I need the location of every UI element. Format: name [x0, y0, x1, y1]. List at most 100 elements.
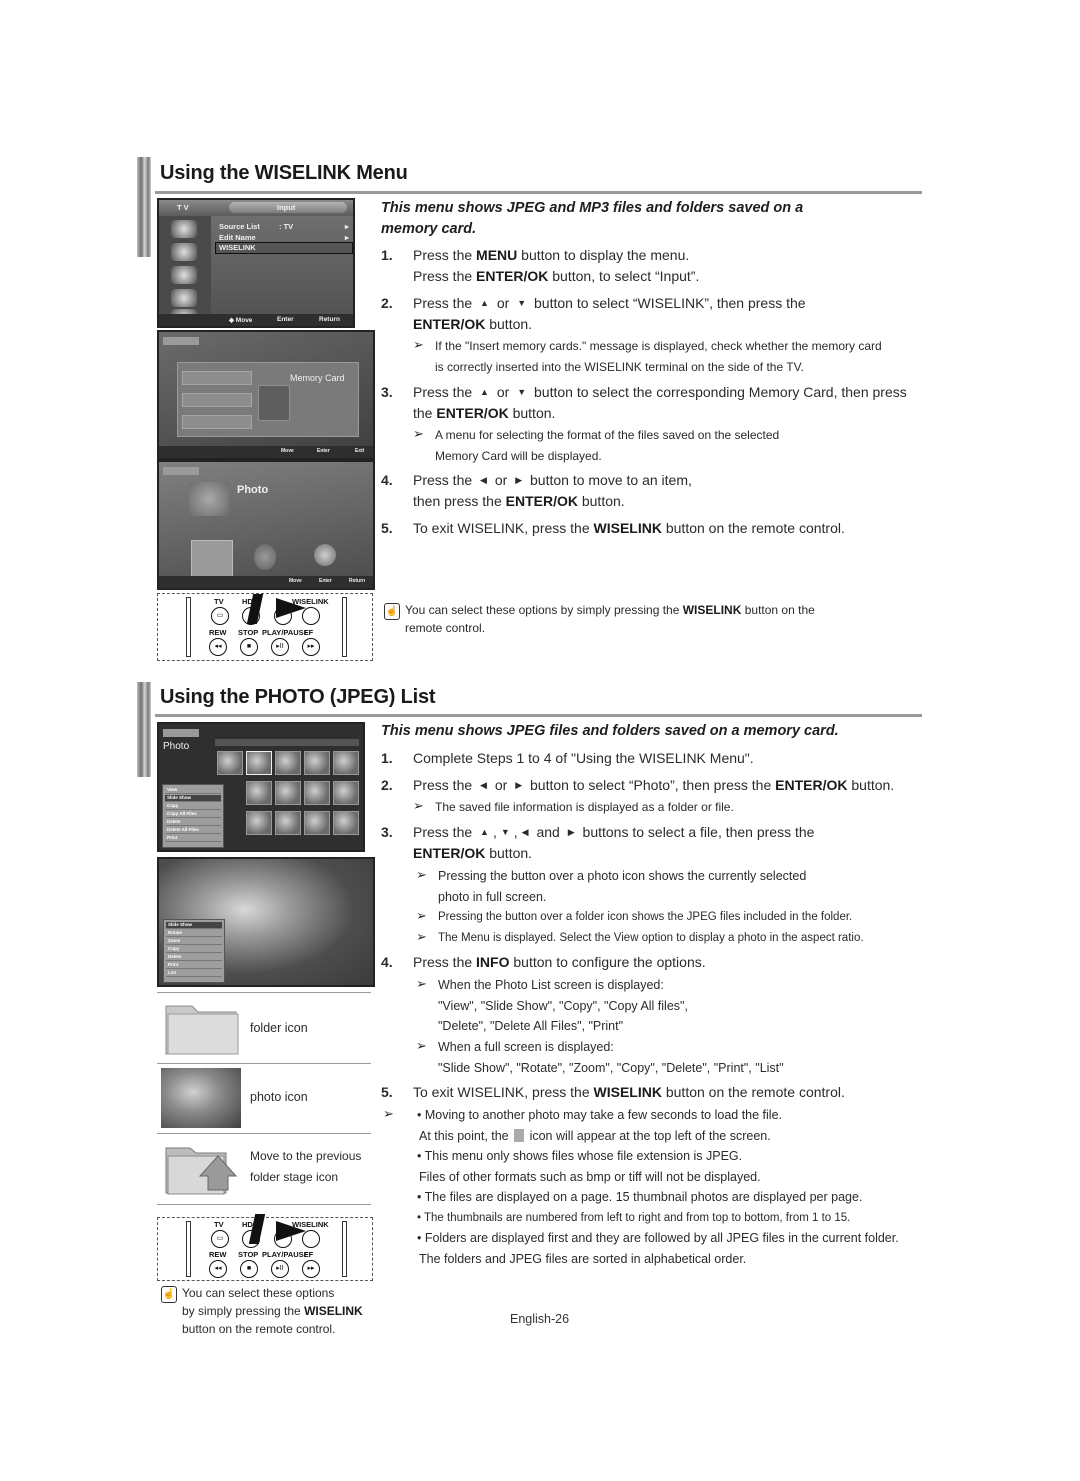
wiselink-logo [163, 337, 199, 345]
note-text: When a full screen is displayed: "Slide S… [438, 1040, 784, 1075]
menu-option[interactable]: Print [165, 835, 221, 842]
play-pause-button[interactable]: ▸II [271, 638, 289, 656]
remote-label-stop: STOP [238, 1250, 259, 1259]
bullet-item-cont: Files of other formats such as bmp or ti… [419, 1169, 761, 1184]
step-text: Press the ▲ or ▼ button to select “WISEL… [413, 295, 806, 332]
menu-option[interactable]: Copy [166, 946, 222, 953]
photo-thumbnail[interactable] [304, 811, 330, 835]
menu-option[interactable]: Delete [166, 954, 222, 961]
tv-button[interactable]: ▭ [211, 607, 229, 625]
remote-label-play-pause: PLAY/PAUSE [262, 628, 309, 637]
menu-item-wiselink: WISELINK [219, 243, 256, 252]
note-arrow-icon: ➢ [413, 337, 424, 352]
photo-icon [161, 1068, 241, 1128]
stop-button[interactable]: ■ [240, 1260, 258, 1278]
hand-pointer-icon: ☝ [384, 603, 400, 620]
photo-thumbnail[interactable] [304, 751, 330, 775]
menu-option[interactable]: List [166, 970, 222, 977]
remote-control-diagram: TV HDMI WISELINK ▭ REW STOP PLAY/PAUSE F… [157, 1214, 373, 1281]
bullet-item: • This menu only shows files whose file … [417, 1149, 743, 1163]
folder-thumbnail[interactable] [217, 751, 243, 775]
menu-option[interactable]: Slide Show [166, 922, 222, 929]
menu-option[interactable]: Copy All Files [165, 811, 221, 818]
memory-card-option[interactable] [182, 415, 252, 429]
channel-icon [171, 266, 197, 284]
pointer-arrow-icon [248, 1214, 266, 1244]
photo-thumbnail[interactable] [275, 751, 301, 775]
rewind-button[interactable]: ◂◂ [209, 1260, 227, 1278]
folder-icon [165, 1005, 239, 1055]
photo-thumbnail[interactable] [246, 811, 272, 835]
up-arrow-icon: ▲ [480, 827, 489, 837]
hourglass-icon [514, 1128, 525, 1142]
section-title-photo-list: Using the PHOTO (JPEG) List [160, 686, 436, 708]
menu-item-source-list[interactable]: Source List [219, 222, 260, 231]
tv-menu-main: Source List : TV ▸ Edit Name ▸ WISELINK [211, 216, 353, 326]
remote-control-diagram: TV HDMI WISELINK ▭ REW STOP PLAY/PAUSE F… [157, 593, 373, 661]
menu-option[interactable]: Delete [165, 819, 221, 826]
photo-thumbnail[interactable] [275, 781, 301, 805]
down-arrow-icon: ▼ [517, 298, 527, 308]
stop-button[interactable]: ■ [240, 638, 258, 656]
remote-label-stop: STOP [238, 628, 259, 637]
chevron-right-icon: ▸ [345, 222, 349, 231]
setup-icon [171, 289, 197, 307]
step-5: 5. To exit WISELINK, press the WISELINK … [381, 1082, 921, 1103]
bullet-item-cont: The folders and JPEG files are sorted in… [419, 1251, 747, 1266]
setup-gear-icon[interactable] [314, 544, 336, 566]
memory-card-title: Memory Card [290, 373, 345, 383]
tv-button[interactable]: ▭ [211, 1230, 229, 1248]
memory-card-option[interactable] [182, 371, 252, 385]
right-arrow-icon: ▶ [515, 780, 523, 790]
note-arrow-icon: ➢ [416, 929, 427, 944]
step-number: 4. [381, 954, 393, 970]
note-text: Pressing the button over a photo icon sh… [438, 869, 807, 904]
tv-memory-card-screenshot: Memory Card Move Enter Exit [157, 330, 375, 460]
play-pause-button[interactable]: ▸II [271, 1260, 289, 1278]
step-1: 1. Complete Steps 1 to 4 of "Using the W… [381, 748, 921, 769]
menu-option[interactable]: Copy [165, 803, 221, 810]
fast-forward-button[interactable]: ▸▸ [302, 638, 320, 656]
remote-label-play-pause: PLAY/PAUSE [262, 1250, 309, 1259]
page-number: English-26 [510, 1312, 570, 1326]
remote-label-rew: REW [209, 1250, 227, 1259]
note-text: The Menu is displayed. Select the View o… [438, 932, 864, 944]
menu-option[interactable]: View [165, 787, 221, 794]
footer-move: Move [289, 578, 302, 584]
tv-menu-footer: ◆ Move Enter Return [159, 314, 353, 326]
menu-option[interactable]: Slide Show [165, 795, 221, 802]
tv-tab-title-pill: Input [229, 202, 347, 213]
photo-thumbnail[interactable] [304, 781, 330, 805]
photo-thumbnail[interactable] [333, 781, 359, 805]
photo-thumbnail[interactable] [246, 781, 272, 805]
memory-card-option[interactable] [182, 393, 252, 407]
menu-option[interactable]: Rotate [166, 930, 222, 937]
menu-option[interactable]: Zoom [166, 938, 222, 945]
divider [157, 992, 371, 993]
photo-thumbnail[interactable] [333, 811, 359, 835]
tv-menu-header: T V Input [159, 200, 353, 216]
rewind-button[interactable]: ◂◂ [209, 638, 227, 656]
section-marker [137, 157, 151, 257]
tv-photo-menu-screenshot: Photo Move Enter Return [157, 460, 375, 590]
tv-photo-list-screenshot: Photo View Slide Show Copy Copy All File… [157, 722, 365, 852]
left-arrow-icon: ◀ [521, 827, 529, 837]
menu-item-edit-name[interactable]: Edit Name [219, 233, 256, 242]
photo-thumbnail[interactable] [275, 811, 301, 835]
menu-item-wiselink-selected[interactable]: WISELINK [215, 242, 353, 254]
up-arrow-icon: ▲ [480, 298, 489, 308]
down-arrow-icon: ▼ [500, 827, 510, 837]
section2-intro: This menu shows JPEG files and folders s… [381, 723, 839, 739]
photo-menu-item-photo[interactable] [191, 540, 233, 580]
step-2: 2. Press the ◀ or ▶ button to select “Ph… [381, 775, 921, 796]
fast-forward-button[interactable]: ▸▸ [302, 1260, 320, 1278]
note-arrow-icon: ➢ [416, 976, 427, 991]
photo-thumbnail[interactable] [333, 751, 359, 775]
music-icon[interactable] [254, 544, 276, 570]
remote-edge [342, 597, 347, 657]
fullscreen-options-menu: Slide Show Rotate Zoom Copy Delete Print… [163, 919, 225, 983]
note-text: The saved file information is displayed … [435, 800, 734, 814]
photo-thumbnail[interactable] [246, 751, 272, 775]
menu-option[interactable]: Delete All Files [165, 827, 221, 834]
menu-option[interactable]: Print [166, 962, 222, 969]
